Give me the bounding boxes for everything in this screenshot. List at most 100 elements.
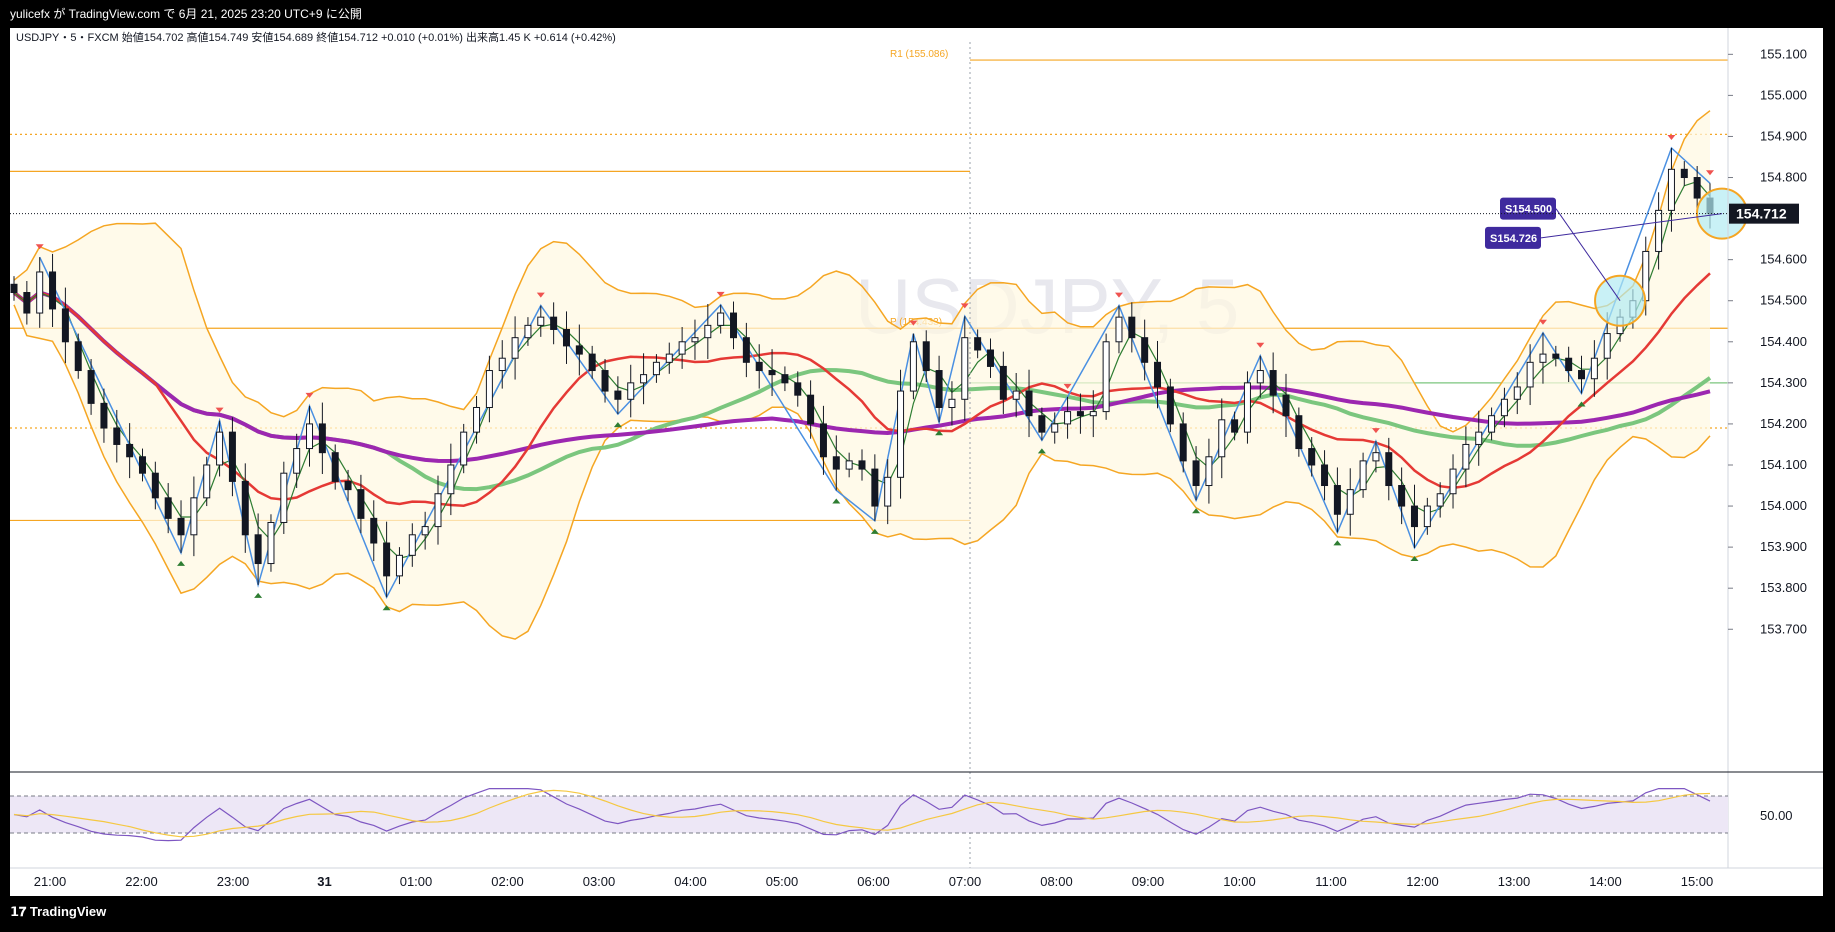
candle-body	[742, 337, 750, 363]
candle-body	[1282, 394, 1290, 417]
candle-body	[665, 353, 673, 363]
price-tick-label: 154.900	[1760, 128, 1807, 143]
candle-body	[280, 472, 288, 523]
candle-body	[974, 337, 982, 351]
candle-body	[126, 443, 134, 458]
candle-body	[678, 341, 686, 355]
candle-body	[306, 423, 314, 450]
candle-body	[1500, 398, 1508, 417]
chart-area[interactable]: USDJPY, 5 USDJPY・5・FXCM 始値154.702 高値154.…	[10, 28, 1823, 896]
candle-body	[1693, 177, 1701, 199]
candle-body	[151, 472, 159, 499]
price-chart: USDJPY, 5 USDJPY・5・FXCM 始値154.702 高値154.…	[10, 28, 1823, 896]
candle-body	[1655, 209, 1663, 252]
candle-body	[1256, 370, 1264, 384]
candle-body	[1359, 460, 1367, 491]
candle-body	[1372, 452, 1380, 462]
candle-body	[1526, 361, 1534, 388]
candle-body	[1423, 505, 1431, 528]
candle-body	[691, 337, 699, 343]
footer-brand: TradingView	[29, 904, 107, 919]
time-tick-label: 03:00	[583, 874, 616, 889]
time-tick-label: 04:00	[674, 874, 707, 889]
rsi-band	[10, 796, 1728, 833]
candle-body	[614, 390, 622, 400]
candle-body	[357, 489, 365, 519]
candle-body	[1590, 357, 1598, 380]
time-tick-label: 13:00	[1498, 874, 1531, 889]
time-tick-label: 21:00	[34, 874, 67, 889]
price-tick-label: 154.100	[1760, 457, 1807, 472]
candle-body	[473, 406, 481, 433]
candle-body	[999, 365, 1007, 400]
candle-body	[370, 517, 378, 544]
candle-body	[588, 353, 596, 372]
price-tick-label: 154.600	[1760, 252, 1807, 267]
candle-body	[216, 431, 224, 466]
level-label: R1 (155.086)	[890, 49, 948, 60]
candle-body	[498, 357, 506, 372]
time-tick-label: 08:00	[1040, 874, 1073, 889]
candle-body	[74, 341, 82, 372]
candle-body	[781, 374, 789, 384]
candle-body	[267, 521, 275, 565]
price-tick-label: 154.200	[1760, 416, 1807, 431]
candle-body	[1141, 337, 1149, 363]
candle-body	[832, 456, 840, 470]
time-tick-label: 06:00	[857, 874, 890, 889]
candle-body	[1475, 431, 1483, 445]
candle-body	[447, 464, 455, 495]
svg-text:154.712: 154.712	[1736, 206, 1787, 222]
chart-frame: yulicefx が TradingView.com で 6月 21, 2025…	[0, 0, 1835, 932]
candle-body	[807, 394, 815, 425]
candle-body	[1269, 370, 1277, 396]
time-tick-label: 14:00	[1589, 874, 1622, 889]
candle-body	[884, 476, 892, 507]
candle-body	[537, 316, 545, 326]
candle-body	[652, 361, 660, 376]
time-tick-label: 31	[317, 874, 331, 889]
candle-body	[203, 464, 211, 499]
last-price-label: 154.712	[1729, 203, 1799, 224]
candle-body	[986, 349, 994, 367]
candle-body	[871, 468, 879, 507]
time-tick-label: 09:00	[1132, 874, 1165, 889]
annotation-label: S154.726	[1490, 233, 1537, 245]
candle-body	[408, 534, 416, 556]
time-tick-label: 23:00	[217, 874, 250, 889]
candle-body	[1333, 485, 1341, 515]
candle-body	[138, 456, 146, 474]
price-tick-label: 153.900	[1760, 539, 1807, 554]
tradingview-logo[interactable]: 𝟭𝟕 TradingView	[10, 904, 106, 920]
price-tick-label: 154.500	[1760, 293, 1807, 308]
price-tick-label: 153.800	[1760, 580, 1807, 595]
candle-body	[575, 345, 583, 355]
candle-body	[1128, 316, 1136, 339]
candle-body	[1308, 448, 1316, 466]
candle-body	[344, 480, 352, 491]
candle-body	[485, 370, 493, 408]
candle-body	[113, 427, 121, 445]
price-tick-label: 154.000	[1760, 498, 1807, 513]
candle-body	[241, 480, 249, 536]
candle-body	[383, 542, 391, 577]
candle-body	[819, 423, 827, 458]
price-tick-label: 154.400	[1760, 334, 1807, 349]
candle-body	[1179, 423, 1187, 462]
candle-body	[254, 534, 262, 565]
candle-body	[1410, 505, 1418, 528]
candle-body	[1089, 411, 1097, 417]
candle-body	[601, 370, 609, 392]
price-tick-label: 155.100	[1760, 46, 1807, 61]
candle-body	[1231, 419, 1239, 433]
candle-body	[1218, 419, 1226, 458]
candle-body	[87, 370, 95, 404]
candle-body	[1578, 370, 1586, 380]
candle-body	[1205, 456, 1213, 487]
candle-body	[1398, 485, 1406, 507]
candle-body	[1321, 464, 1329, 487]
candle-body	[935, 370, 943, 408]
candle-body	[1462, 443, 1470, 470]
candle-body	[730, 312, 738, 339]
candle-body	[177, 517, 185, 536]
